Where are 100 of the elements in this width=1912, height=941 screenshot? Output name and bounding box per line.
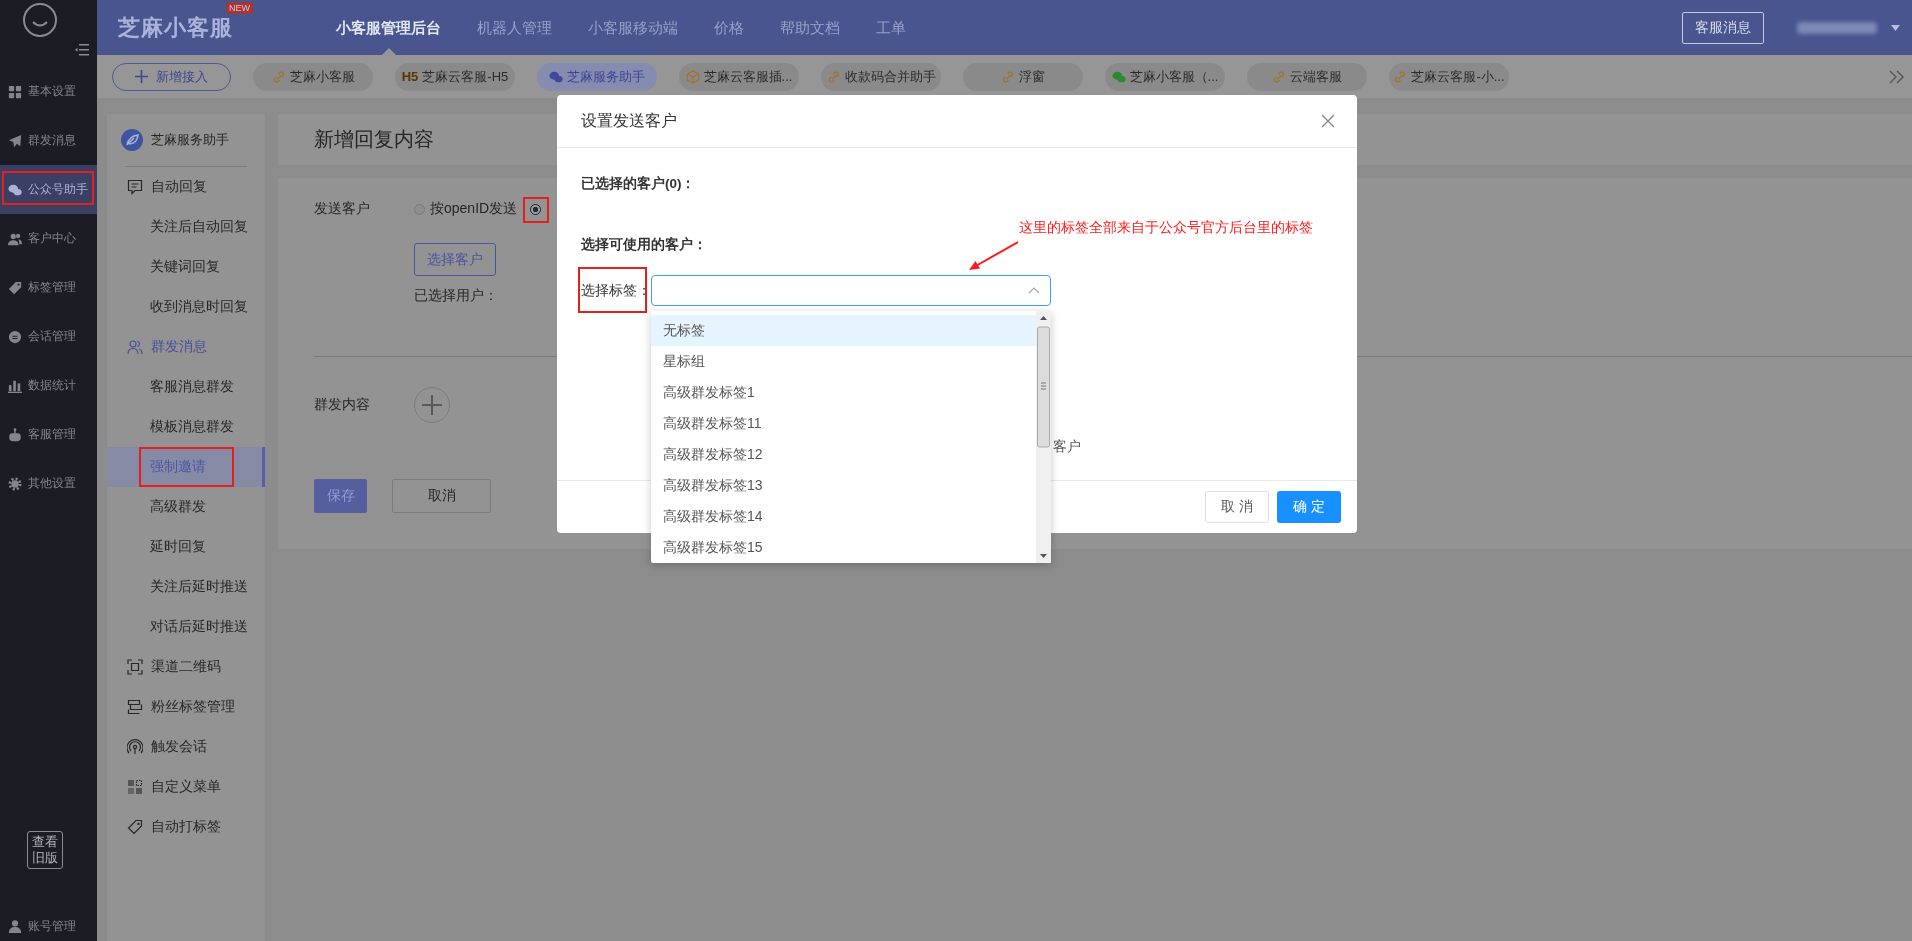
dropdown-option[interactable]: 星标组 xyxy=(651,346,1036,377)
person-icon xyxy=(8,919,22,933)
dropdown-option[interactable]: 高级群发标签15 xyxy=(651,532,1036,563)
submenu-item[interactable]: 客服消息群发 xyxy=(107,367,265,407)
channel-tab[interactable]: 芝麻云客服-小... xyxy=(1389,62,1509,91)
annotation-text: 这里的标签全部来自于公众号官方后台里的标签 xyxy=(1019,219,1313,237)
channel-tab[interactable]: H5 芝麻云客服-H5 xyxy=(395,62,515,91)
sidebar-item[interactable]: 其他设置 xyxy=(0,459,97,508)
chat-bubbles-icon xyxy=(549,69,563,84)
link-icon xyxy=(1272,69,1286,84)
submenu-group[interactable]: 自定义菜单 xyxy=(107,767,265,807)
nav-tab[interactable]: 工单 xyxy=(876,0,906,55)
plus-icon xyxy=(422,395,442,415)
tag-icon xyxy=(8,280,22,295)
submenu-group[interactable]: 粉丝标签管理 xyxy=(107,687,265,727)
submenu-item[interactable]: 对话后延时推送 xyxy=(107,607,265,647)
old-version-button[interactable]: 查看旧版 xyxy=(27,831,63,869)
nav-tab[interactable]: 价格 xyxy=(714,0,744,55)
robot-icon xyxy=(8,427,22,442)
channel-tab[interactable]: 浮窗 xyxy=(963,62,1083,91)
sidebar-item[interactable]: 群发消息 xyxy=(0,116,97,165)
dropdown-option[interactable]: 高级群发标签11 xyxy=(651,408,1036,439)
chat-icon xyxy=(8,329,22,344)
dropdown-option[interactable]: 高级群发标签13 xyxy=(651,470,1036,501)
radio-label: 客户 xyxy=(1053,438,1081,456)
cancel-button[interactable]: 取消 xyxy=(392,479,491,513)
account-item[interactable]: 账号管理 xyxy=(0,911,97,941)
submenu-item[interactable]: 关注后延时推送 xyxy=(107,567,265,607)
sidebar-item[interactable]: 会话管理 xyxy=(0,312,97,361)
bar-chart-icon xyxy=(8,378,22,393)
radio-label: 按openID发送 xyxy=(430,200,518,218)
brand-logo: 芝麻小客服 xyxy=(118,14,233,40)
link-icon xyxy=(826,69,841,84)
chat-bubbles-icon xyxy=(8,182,22,197)
cancel-button[interactable]: 取 消 xyxy=(1205,491,1269,523)
tag-select[interactable] xyxy=(651,275,1051,306)
channel-tab[interactable]: 芝麻小客服 xyxy=(253,62,373,91)
plus-icon xyxy=(135,70,148,83)
link-icon xyxy=(1393,69,1408,84)
section-label: 选择可使用的客户： xyxy=(581,236,708,254)
list-lines-icon xyxy=(127,699,143,715)
selected-count-label: 已选择的客户(0)： xyxy=(581,175,697,193)
submenu-item[interactable]: 延时回复 xyxy=(107,527,265,567)
grid-blocks-icon xyxy=(127,779,143,795)
sidebar-item[interactable]: 客户中心 xyxy=(0,214,97,263)
submenu-item[interactable]: 关注后自动回复 xyxy=(107,207,265,247)
h5-label: H5 xyxy=(401,69,419,84)
chevron-up-icon xyxy=(1028,287,1040,294)
page-title: 新增回复内容 xyxy=(314,127,434,152)
submenu-item[interactable]: 收到消息时回复 xyxy=(107,287,265,327)
tag-outline-icon xyxy=(127,819,143,835)
submenu-group[interactable]: 自动打标签 xyxy=(107,807,265,847)
people-outline-icon xyxy=(127,339,143,355)
dropdown-option[interactable]: 高级群发标签1 xyxy=(651,377,1036,408)
sidebar-item[interactable]: 基本设置 xyxy=(0,67,97,116)
channel-tab[interactable]: 芝麻服务助手 xyxy=(537,62,657,91)
submenu-item[interactable]: 关键词回复 xyxy=(107,247,265,287)
radio-button[interactable] xyxy=(414,203,425,215)
field-label: 选择标签： xyxy=(581,281,651,300)
dropdown-option[interactable]: 无标签 xyxy=(651,315,1036,346)
link-icon xyxy=(1001,69,1015,84)
smiley-logo-icon xyxy=(22,2,58,38)
nav-tab[interactable]: 机器人管理 xyxy=(477,0,552,55)
link-icon xyxy=(271,69,286,84)
channel-tab[interactable]: 收款码合并助手 xyxy=(821,62,941,91)
nav-tab[interactable]: 小客服管理后台 xyxy=(336,0,441,55)
scan-frame-icon xyxy=(127,659,143,675)
grid-icon xyxy=(8,84,22,99)
people-icon xyxy=(8,231,22,246)
gear-icon xyxy=(8,476,22,491)
dropdown-option[interactable]: 高级群发标签12 xyxy=(651,439,1036,470)
confirm-button[interactable]: 确 定 xyxy=(1277,491,1341,523)
selected-users-label: 已选择用户： xyxy=(414,286,498,305)
nav-tab[interactable]: 小客服移动端 xyxy=(588,0,678,55)
channel-tab[interactable]: 云端客服 xyxy=(1247,62,1367,91)
channel-tab[interactable]: 芝麻云客服插... xyxy=(679,62,799,91)
submenu-item[interactable]: 模板消息群发 xyxy=(107,407,265,447)
submenu-group[interactable]: 渠道二维码 xyxy=(107,647,265,687)
submenu-group[interactable]: 触发会话 xyxy=(107,727,265,767)
sidebar-item[interactable]: 客服管理 xyxy=(0,410,97,459)
field-label: 发送客户 xyxy=(314,200,371,218)
menu-collapse-icon xyxy=(75,43,89,56)
channel-tab[interactable]: 芝麻小客服（... xyxy=(1105,62,1225,91)
submenu-item[interactable]: 高级群发 xyxy=(107,487,265,527)
paper-plane-icon xyxy=(8,133,22,148)
sidebar-item[interactable]: 公众号助手 xyxy=(0,165,97,214)
dialog-title: 设置发送客户 xyxy=(581,110,677,131)
submenu-group[interactable]: 自动回复 xyxy=(107,167,265,207)
leaf-logo-icon xyxy=(121,129,143,151)
radio-button[interactable] xyxy=(530,203,542,215)
message-button[interactable]: 客服消息 xyxy=(1682,11,1764,44)
field-label: 群发内容 xyxy=(314,396,371,414)
sidebar-item[interactable]: 标签管理 xyxy=(0,263,97,312)
submenu-title: 芝麻服务助手 xyxy=(151,131,229,149)
chat-bubbles-icon xyxy=(1111,69,1126,84)
sidebar-item[interactable]: 数据统计 xyxy=(0,361,97,410)
cube-icon xyxy=(685,69,700,84)
dropdown-option[interactable]: 高级群发标签14 xyxy=(651,501,1036,532)
nav-tab[interactable]: 帮助文档 xyxy=(780,0,840,55)
close-icon[interactable] xyxy=(1321,114,1335,128)
